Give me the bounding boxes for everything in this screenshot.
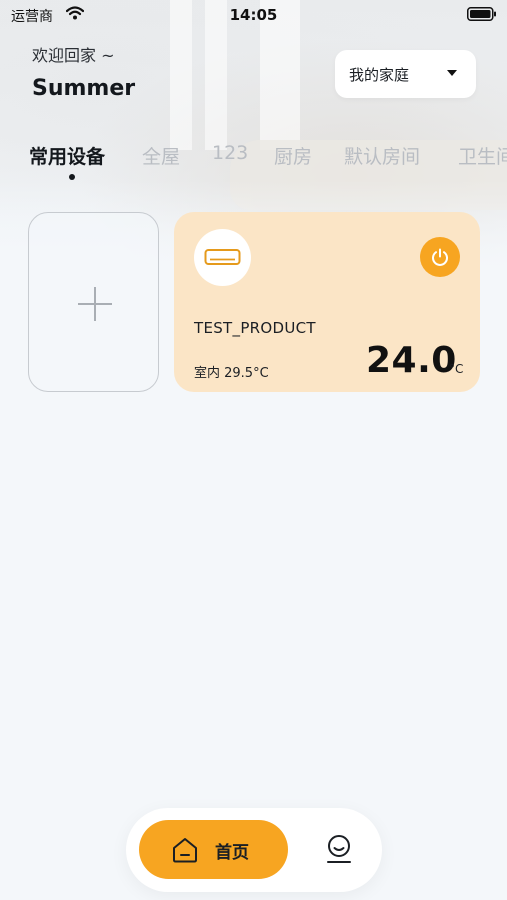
room-tabs: 常用设备 全屋 123 厨房 默认房间 卫生间 bbox=[29, 140, 507, 190]
device-name: TEST_PRODUCT bbox=[194, 319, 316, 337]
bottom-navigation: 首页 bbox=[126, 808, 382, 892]
tab-whole-house[interactable]: 全屋 bbox=[142, 142, 180, 169]
power-button[interactable] bbox=[420, 237, 460, 277]
power-icon bbox=[432, 248, 448, 266]
home-selector-label: 我的家庭 bbox=[349, 66, 410, 84]
set-temperature: 24.0 bbox=[366, 340, 457, 381]
tab-bathroom[interactable]: 卫生间 bbox=[458, 142, 507, 169]
device-card[interactable]: TEST_PRODUCT 室内 29.5°C 24.0 °C bbox=[174, 212, 480, 392]
greeting-text: 欢迎回家 ~ bbox=[32, 46, 115, 65]
battery-icon bbox=[467, 7, 496, 21]
add-device-card[interactable] bbox=[28, 212, 159, 392]
status-time: 14:05 bbox=[229, 6, 278, 24]
tab-common-devices[interactable]: 常用设备 bbox=[29, 142, 105, 169]
device-icon-container bbox=[194, 229, 251, 286]
profile-icon[interactable] bbox=[322, 832, 356, 866]
air-conditioner-icon bbox=[204, 249, 241, 265]
plus-icon bbox=[78, 287, 112, 321]
tab-123[interactable]: 123 bbox=[212, 142, 248, 164]
nav-home-button[interactable]: 首页 bbox=[139, 820, 288, 879]
nav-home-label: 首页 bbox=[215, 843, 249, 863]
temperature-unit: °C bbox=[449, 362, 464, 376]
home-selector[interactable]: 我的家庭 bbox=[335, 50, 476, 98]
indoor-temperature: 室内 29.5°C bbox=[194, 366, 269, 381]
user-name: Summer bbox=[32, 76, 136, 101]
status-bar: 运营商 14:05 bbox=[0, 0, 507, 30]
tab-kitchen[interactable]: 厨房 bbox=[274, 142, 312, 169]
caret-down-icon bbox=[447, 70, 457, 76]
active-tab-indicator bbox=[69, 174, 75, 180]
tab-default-room[interactable]: 默认房间 bbox=[344, 142, 420, 169]
home-icon bbox=[173, 838, 197, 863]
